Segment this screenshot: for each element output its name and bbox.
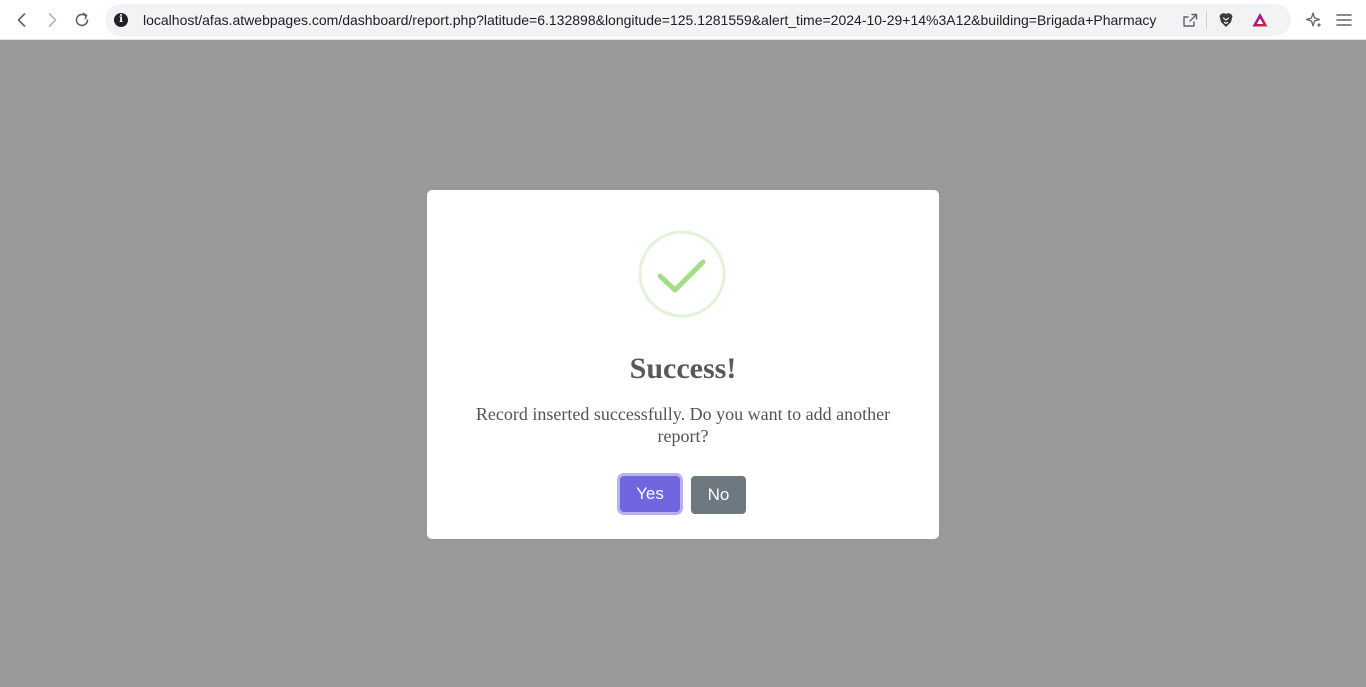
back-button[interactable] (10, 8, 34, 32)
dialog-message: Record inserted successfully. Do you wan… (475, 404, 891, 446)
divider (1206, 4, 1207, 36)
brave-lion-icon (1219, 13, 1233, 27)
rewards-triangle-icon (1252, 13, 1268, 27)
brave-rewards-button[interactable] (1251, 4, 1269, 36)
brave-shields-button[interactable] (1217, 4, 1235, 36)
browser-toolbar: i localhost/afas.atwebpages.com/dashboar… (0, 0, 1366, 40)
menu-button[interactable] (1332, 8, 1356, 32)
address-bar[interactable]: i localhost/afas.atwebpages.com/dashboar… (105, 4, 1291, 36)
reload-button[interactable] (70, 8, 94, 32)
url-text[interactable]: localhost/afas.atwebpages.com/dashboard/… (143, 4, 1173, 36)
leo-ai-button[interactable] (1302, 8, 1326, 32)
forward-button[interactable] (40, 8, 64, 32)
share-button[interactable] (1181, 4, 1199, 36)
dialog-title: Success! (629, 352, 737, 385)
reload-icon (75, 12, 89, 27)
back-arrow-icon (17, 13, 26, 27)
forward-arrow-icon (48, 13, 57, 27)
site-info-icon[interactable]: i (114, 13, 128, 27)
success-dialog: Success! Record inserted successfully. D… (427, 190, 939, 539)
yes-button[interactable]: Yes (620, 476, 680, 512)
success-check-icon (638, 230, 726, 318)
no-button[interactable]: No (691, 476, 746, 514)
sparkle-icon (1305, 12, 1322, 28)
hamburger-menu-icon (1336, 14, 1352, 26)
share-icon (1183, 13, 1198, 27)
